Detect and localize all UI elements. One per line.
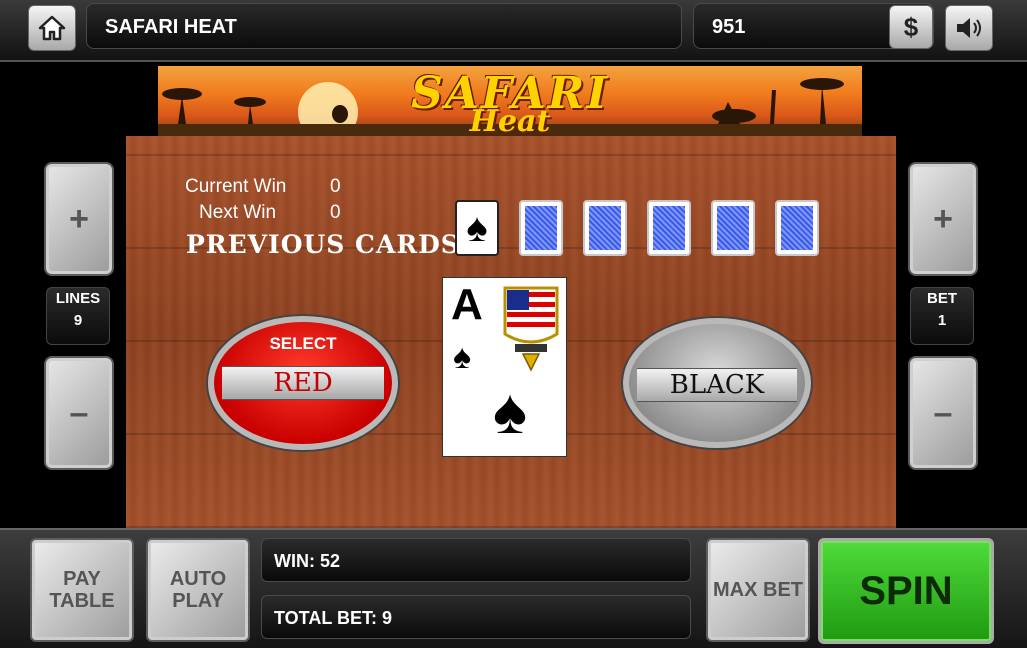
auto-play-button[interactable]: AUTO PLAY [146, 538, 250, 642]
max-bet-button[interactable]: MAX BET [706, 538, 810, 642]
previous-card-5 [711, 200, 755, 256]
total-bet-value: 9 [382, 608, 393, 628]
next-win-value: 0 [330, 202, 341, 223]
black-label: BLACK [637, 368, 797, 402]
pay-table-button[interactable]: PAY TABLE [30, 538, 134, 642]
game-title: SAFARI HEAT [86, 3, 682, 49]
spin-button[interactable]: SPIN [818, 538, 994, 644]
bottom-bar: PAY TABLE AUTO PLAY WIN: 52 TOTAL BET: 9… [0, 528, 1027, 648]
lines-plus-button[interactable]: + [44, 162, 114, 276]
card-rank: A [451, 280, 483, 329]
home-icon [38, 15, 66, 41]
total-bet-label: TOTAL BET: [274, 608, 377, 628]
current-win-value: 0 [330, 176, 341, 197]
lines-display: LINES 9 [46, 287, 110, 345]
logo-subtitle: Heat [469, 104, 551, 138]
red-label: RED [222, 366, 384, 400]
select-label: SELECT [269, 334, 337, 353]
bet-plus-button[interactable]: + [908, 162, 978, 276]
sound-button[interactable] [945, 5, 993, 51]
previous-card-1: ♠ [455, 200, 499, 256]
flag-emblem-icon [503, 286, 559, 372]
bet-minus-button[interactable]: – [908, 356, 978, 470]
previous-card-6 [775, 200, 819, 256]
speaker-icon [957, 18, 981, 38]
win-display: WIN: 52 [261, 538, 691, 582]
select-red-button[interactable]: SELECT RED [208, 316, 398, 450]
game-logo-banner: SAFARI Heat [158, 66, 862, 138]
total-bet-display: TOTAL BET: 9 [261, 595, 691, 639]
lines-label: LINES [55, 290, 101, 307]
previous-card-2 [519, 200, 563, 256]
bet-label: BET [927, 290, 957, 307]
previous-card-4 [647, 200, 691, 256]
previous-cards-label: PREVIOUS CARDS [186, 230, 460, 259]
top-bar: SAFARI HEAT 951 $ [0, 0, 1027, 62]
home-button[interactable] [28, 5, 76, 51]
card-suit-small: ♠ [453, 338, 472, 376]
bet-value: 1 [937, 312, 947, 329]
lines-minus-button[interactable]: – [44, 356, 114, 470]
next-win-label: Next Win [199, 202, 277, 223]
previous-card-3 [583, 200, 627, 256]
lines-value: 9 [73, 312, 83, 329]
select-black-button[interactable]: BLACK [623, 318, 811, 448]
current-card: A ♠ ♠ [442, 277, 567, 457]
card-suit-large: ♠ [493, 375, 527, 447]
win-label: WIN: [274, 551, 315, 571]
currency-button[interactable]: $ [889, 5, 933, 49]
win-value: 52 [320, 551, 341, 571]
current-win-label: Current Win [185, 176, 287, 197]
bet-display: BET 1 [910, 287, 974, 345]
